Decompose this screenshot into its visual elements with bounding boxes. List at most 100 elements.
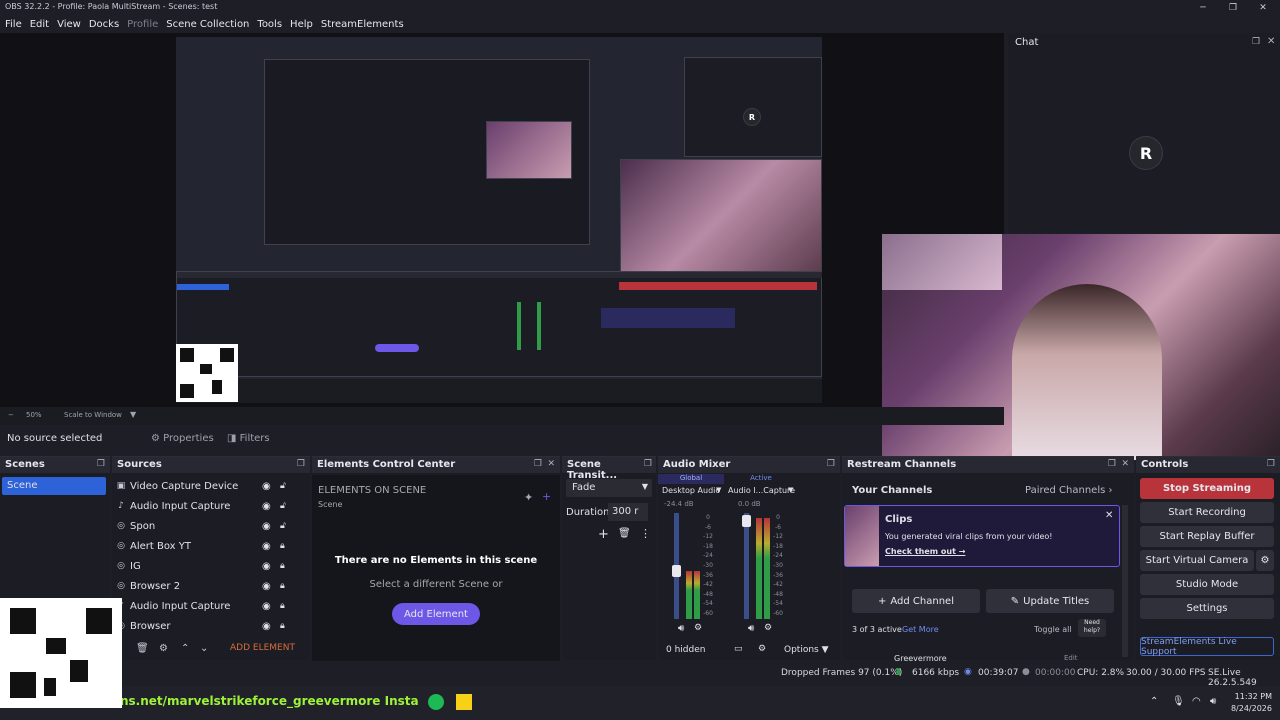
duration-input[interactable]: 300 r <box>608 503 648 521</box>
arrow-down-icon[interactable]: ⌄ <box>200 643 208 654</box>
arrow-up-icon[interactable]: ⌃ <box>181 643 189 654</box>
source-item[interactable]: ◎Browser◉🔒︎ <box>112 616 302 636</box>
close-icon[interactable]: ✕ <box>1121 459 1129 469</box>
eye-icon[interactable]: ◉ <box>262 621 271 632</box>
microphone-icon[interactable]: 🎙︎ <box>1172 696 1185 707</box>
plus-icon[interactable]: + <box>598 527 609 542</box>
menu-streamelements[interactable]: StreamElements <box>321 19 404 30</box>
close-icon[interactable]: ✕ <box>1267 36 1275 47</box>
lock-icon[interactable]: 🔒︎ <box>280 621 285 631</box>
speaker-icon[interactable]: 🔊︎ <box>678 623 684 634</box>
tab-active[interactable]: Active <box>724 474 798 484</box>
speaker-icon[interactable]: 🔊︎ <box>748 623 754 634</box>
gear-icon[interactable]: ⚙ <box>764 623 772 633</box>
source-item[interactable]: ◎ Spon ◉ 🔓︎ <box>112 516 302 536</box>
float-icon[interactable]: ❐ <box>1108 459 1116 469</box>
maximize-button[interactable]: ❐ <box>1218 0 1248 15</box>
more-icon[interactable]: ⋮ <box>640 527 651 540</box>
close-icon[interactable]: ✕ <box>1105 510 1113 521</box>
lock-icon[interactable]: 🔒︎ <box>280 541 285 551</box>
settings-icon[interactable]: ⚙ <box>758 644 766 654</box>
menu-view[interactable]: View <box>57 19 81 30</box>
add-element-button[interactable]: Add Element <box>392 603 480 625</box>
source-item[interactable]: ♪Audio Input Capture◉🔒︎ <box>112 596 302 616</box>
eye-icon[interactable]: ◉ <box>262 481 271 492</box>
lock-icon[interactable]: 🔓︎ <box>280 481 286 491</box>
layout-icon[interactable]: ▭ <box>734 644 743 654</box>
clock-time[interactable]: 11:32 PM <box>1226 692 1272 701</box>
float-icon[interactable]: ❐ <box>297 459 305 469</box>
get-more-link[interactable]: Get More <box>902 625 939 634</box>
eye-icon[interactable]: ◉ <box>262 581 271 592</box>
gear-icon[interactable]: ⚙ <box>159 643 168 654</box>
stop-streaming-button[interactable]: Stop Streaming <box>1140 478 1274 499</box>
eye-icon[interactable]: ◉ <box>262 501 271 512</box>
menu-tools[interactable]: Tools <box>257 19 282 30</box>
se-support-button[interactable]: StreamElements Live Support <box>1140 637 1274 657</box>
source-item[interactable]: ◎ Browser 2 ◉ 🔒︎ <box>112 576 302 596</box>
update-titles-button[interactable]: ✎ Update Titles <box>986 589 1114 613</box>
add-element-button[interactable]: ADD ELEMENT <box>230 643 295 653</box>
transition-select[interactable]: Fade ▼ <box>566 479 652 497</box>
settings-button[interactable]: Settings <box>1140 598 1274 619</box>
eye-icon[interactable]: ◉ <box>262 561 271 572</box>
source-item[interactable]: ◎ IG ◉ 🔒︎ <box>112 556 302 576</box>
eye-icon[interactable]: ◉ <box>262 521 271 532</box>
scene-item[interactable]: Scene <box>2 477 106 495</box>
zoom-out-icon[interactable]: − <box>8 411 14 419</box>
chevron-down-icon[interactable]: ▼ <box>130 410 136 419</box>
scrollbar[interactable] <box>1122 505 1128 657</box>
channel1-fader[interactable] <box>672 565 681 577</box>
lock-icon[interactable]: 🔒︎ <box>280 581 285 591</box>
source-item[interactable]: ♪ Audio Input Capture ◉ 🔓︎ <box>112 496 302 516</box>
eye-icon[interactable]: ◉ <box>262 601 271 612</box>
chevron-down-icon[interactable]: ▼ <box>788 486 793 494</box>
tab-global[interactable]: Global <box>658 474 724 484</box>
lock-icon[interactable]: 🔓︎ <box>280 501 286 511</box>
edit-link[interactable]: Edit <box>1064 654 1078 662</box>
float-icon[interactable]: ❐ <box>644 459 652 469</box>
virtual-camera-button[interactable]: Start Virtual Camera <box>1140 550 1254 571</box>
menu-help[interactable]: Help <box>290 19 313 30</box>
chevron-down-icon[interactable]: ▼ <box>716 486 721 494</box>
add-channel-button[interactable]: + Add Channel <box>852 589 980 613</box>
need-help-button[interactable]: Need help? <box>1078 619 1106 637</box>
spotify-icon[interactable] <box>428 694 444 710</box>
start-recording-button[interactable]: Start Recording <box>1140 502 1274 523</box>
chevron-up-icon[interactable]: ⌃ <box>1150 696 1158 707</box>
clips-link[interactable]: Check them out → <box>885 547 965 556</box>
source-item[interactable]: ◎ Alert Box YT ◉ 🔒︎ <box>112 536 302 556</box>
toggle-all[interactable]: Toggle all <box>1034 625 1072 634</box>
menu-scene-collection[interactable]: Scene Collection <box>166 19 249 30</box>
menu-edit[interactable]: Edit <box>30 19 49 30</box>
menu-docks[interactable]: Docks <box>89 19 119 30</box>
mixer-options[interactable]: Options ▼ <box>784 645 829 655</box>
trash-icon[interactable]: 🗑︎ <box>618 528 631 539</box>
channel2-fader-track[interactable] <box>744 513 749 619</box>
menu-file[interactable]: File <box>5 19 22 30</box>
minimize-button[interactable]: ─ <box>1188 0 1218 15</box>
clock-date[interactable]: 8/24/2026 <box>1226 704 1272 713</box>
float-icon[interactable]: ❐ <box>534 459 542 469</box>
volume-icon[interactable]: 🔊︎ <box>1210 696 1216 707</box>
close-icon[interactable]: ✕ <box>547 459 555 469</box>
float-icon[interactable]: ❐ <box>1267 459 1275 469</box>
lock-icon[interactable]: 🔒︎ <box>280 561 285 571</box>
channel-audio-input[interactable]: Audio I...Capture <box>728 486 795 495</box>
properties-button[interactable]: ⚙ Properties <box>151 433 214 444</box>
studio-mode-button[interactable]: Studio Mode <box>1140 574 1274 595</box>
lock-icon[interactable]: 🔓︎ <box>280 521 286 531</box>
wifi-icon[interactable]: ◠ <box>1192 696 1201 707</box>
source-item[interactable]: ▣ Video Capture Device ◉ 🔓︎ <box>112 476 302 496</box>
channel2-fader[interactable] <box>742 515 751 527</box>
menu-profile[interactable]: Profile <box>127 19 158 30</box>
trash-icon[interactable]: 🗑︎ <box>136 643 149 654</box>
float-icon[interactable]: ❐ <box>827 459 835 469</box>
float-icon[interactable]: ❐ <box>97 459 105 469</box>
eye-icon[interactable]: ◉ <box>262 541 271 552</box>
close-button[interactable]: ✕ <box>1248 0 1278 15</box>
paired-channels-link[interactable]: Paired Channels › <box>1025 485 1113 496</box>
lock-icon[interactable]: 🔒︎ <box>280 601 285 611</box>
scale-mode[interactable]: Scale to Window <box>64 411 122 419</box>
sparkle-icon[interactable]: ✦ <box>524 491 533 504</box>
